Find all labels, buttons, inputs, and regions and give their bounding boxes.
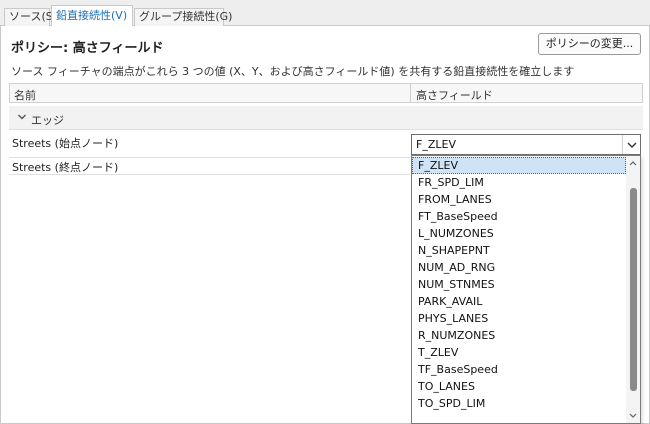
dropdown-options: F_ZLEV FR_SPD_LIM FROM_LANES FT_BaseSpeed L_… [412,156,626,412]
dropdown-option[interactable]: TF_BaseSpeed [412,361,626,378]
dropdown-option[interactable]: T_ZLEV [412,344,626,361]
column-header-height-field[interactable]: 高さフィールド [416,87,493,103]
vertical-connectivity-panel: ポリシー: 高さフィールド ポリシーの変更... ソース フィーチャの端点がこれ… [0,26,650,424]
dropdown-scrollbar[interactable] [626,156,640,423]
dropdown-option[interactable]: FROM_LANES [412,191,626,208]
tab-source[interactable]: ソース(S) [4,8,57,26]
group-label: エッジ [31,114,64,127]
tab-bar: ソース(S) 鉛直接続性(V) グループ接続性(G) [0,0,650,27]
dropdown-option[interactable]: FR_SPD_LIM [412,174,626,191]
table-row[interactable]: Streets (始点ノード) [9,132,410,156]
dropdown-option[interactable]: N_SHAPEPNT [412,242,626,259]
dropdown-option[interactable]: TO_LANES [412,378,626,395]
scroll-up-arrow-icon[interactable] [629,160,637,166]
column-divider [642,84,643,102]
scroll-down-arrow-icon[interactable] [629,413,637,419]
combobox-value: F_ZLEV [416,138,456,151]
table-row[interactable]: Streets (終点ノード) [9,157,410,175]
dropdown-option[interactable]: NUM_AD_RNG [412,259,626,276]
height-field-dropdown-list: F_ZLEV FR_SPD_LIM FROM_LANES FT_BaseSpeed L_… [411,155,641,424]
column-divider[interactable] [410,84,411,102]
dropdown-option[interactable]: FT_BaseSpeed [412,208,626,225]
row-label: Streets (始点ノード) [12,137,119,150]
change-policy-button[interactable]: ポリシーの変更... [538,33,641,55]
dropdown-option[interactable]: L_NUMZONES [412,225,626,242]
policy-title: ポリシー: 高さフィールド [11,41,164,56]
height-field-combobox[interactable]: F_ZLEV [411,134,641,155]
grid-header: 名前 高さフィールド [9,83,643,103]
dropdown-option[interactable]: NUM_STNMES [412,276,626,293]
tab-group-connectivity[interactable]: グループ接続性(G) [134,8,232,26]
column-header-name[interactable]: 名前 [14,87,36,103]
dropdown-option[interactable]: PHYS_LANES [412,310,626,327]
dropdown-option[interactable]: TO_SPD_LIM [412,395,626,412]
tab-vertical-connectivity[interactable]: 鉛直接続性(V) [51,5,133,27]
chevron-down-icon [627,142,637,148]
row-label: Streets (終点ノード) [12,161,119,174]
combobox-dropdown-button[interactable] [622,135,640,154]
chevron-down-icon[interactable] [17,112,27,122]
dropdown-option[interactable]: R_NUMZONES [412,327,626,344]
scrollbar-thumb[interactable] [630,188,637,391]
group-row-edges[interactable]: エッジ [9,106,643,130]
policy-description: ソース フィーチャの端点がこれら 3 つの値 (X、Y、および高さフィールド値)… [11,65,575,78]
dropdown-option[interactable]: F_ZLEV [412,157,626,174]
dropdown-option[interactable]: PARK_AVAIL [412,293,626,310]
